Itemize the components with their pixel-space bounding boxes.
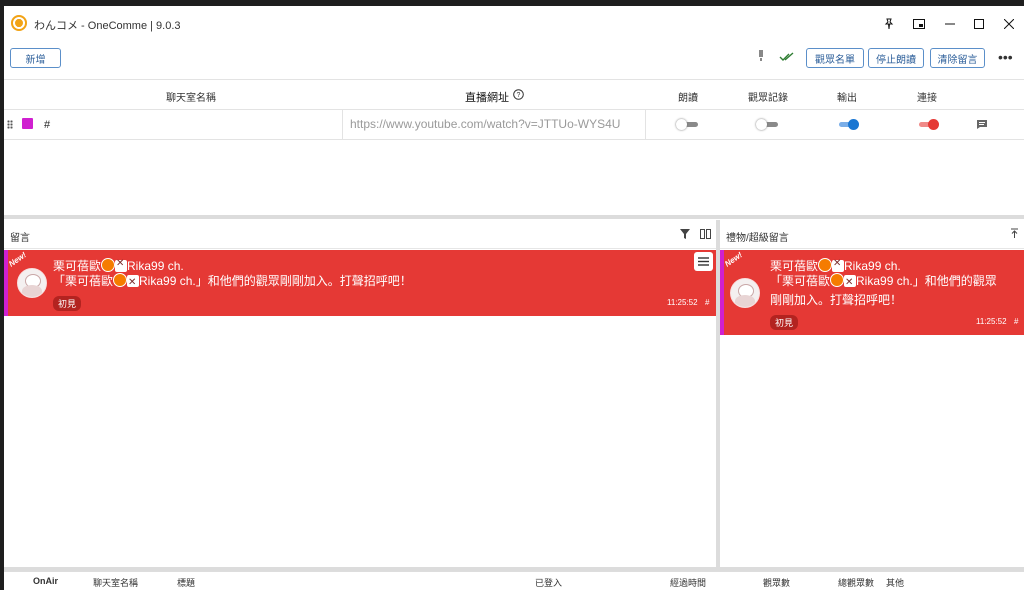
emoji-icon [113,273,128,287]
first-time-badge: 初見 [53,296,82,311]
comment-hash: # [705,298,710,307]
gift-text: 「栗可蓓歐 Rika99 ch.」和他們的觀眾 剛剛加入。打聲招呼吧！ [770,272,1020,310]
header-room-name: 聊天室名稱 [166,93,216,104]
toolbar: 新增 觀眾名單 停止朗讀 清除留言 ••• [4,40,1024,78]
svg-text:?: ? [517,92,521,99]
gift-text-prefix: 「栗可蓓歐 [770,274,831,288]
columns-icon[interactable] [700,229,711,242]
more-options-icon[interactable]: ••• [998,50,1013,64]
add-button[interactable]: 新增 [10,48,61,68]
emoji-icon [818,258,833,272]
header-url: 直播網址 [465,92,509,104]
footer-col-room-name: 聊天室名稱 [93,578,139,588]
comments-panel-title: 留言 [10,233,30,244]
header-read: 朗讀 [678,93,698,104]
first-time-badge: 初見 [770,315,799,330]
room-table-header: 聊天室名稱 直播網址 ? 朗讀 觀眾記錄 輸出 連接 [4,79,1024,110]
menu-icon[interactable] [694,252,713,271]
emoji-icon [115,258,128,272]
gift-hash: # [1014,317,1019,326]
footer-col-title: 標題 [177,578,196,588]
pin-icon[interactable] [879,15,899,33]
new-ribbon: New! [723,250,744,269]
minimize-icon[interactable] [940,15,960,33]
header-output: 輸出 [837,93,857,104]
avatar [17,268,47,298]
drag-handle-icon[interactable] [7,120,13,129]
status-footer: OnAir 聊天室名稱 標題 已登入 經過時間 觀眾數 總觀眾數 其他 [4,571,1024,590]
window-title: わんコメ - OneComme | 9.0.3 [34,20,181,32]
filter-icon[interactable] [680,229,690,242]
url-input[interactable]: https://www.youtube.com/watch?v=JTTUo-WY… [342,109,646,139]
author-name-suffix: Rika99 ch. [127,259,184,273]
gift-text-line2: 剛剛加入。打聲招呼吧！ [770,293,903,307]
help-icon[interactable]: ? [513,89,524,103]
room-name-field[interactable]: # [44,119,50,131]
gift-time: 11:25:52 [976,317,1007,326]
pin-to-top-icon[interactable] [1010,228,1019,242]
avatar [730,278,760,308]
url-input-value: https://www.youtube.com/watch?v=JTTUo-WY… [350,117,621,131]
table-row: # https://www.youtube.com/watch?v=JTTUo-… [4,109,1024,140]
clear-comments-button[interactable]: 清除留言 [930,48,985,68]
footer-col-other: 其他 [886,578,905,588]
comments-panel-header: 留言 [4,220,716,249]
comments-panel: 留言 New! 栗可蓓歐 Rika99 ch. 「栗可蓓歐 Rika99 ch.」和… [4,220,716,567]
gifts-panel-header: 禮物/超級留言 [720,220,1024,249]
footer-col-onair: OnAir [33,576,59,586]
author-name-prefix: 栗可蓓歐 [770,259,819,273]
comment-text: 「栗可蓓歐 Rika99 ch.」和他們的觀眾剛剛加入。打聲招呼吧！ [53,272,412,292]
footer-col-elapsed: 經過時間 [670,578,707,588]
double-check-icon[interactable] [779,52,795,65]
connect-toggle[interactable] [917,119,939,130]
emoji-icon [844,273,857,292]
footer-col-logged-in: 已登入 [535,578,563,588]
gifts-panel: 禮物/超級留言 New! 栗可蓓歐 Rika99 ch. 「栗可蓓歐 Rika99 … [720,220,1024,567]
comment-item[interactable]: New! 栗可蓓歐 Rika99 ch. 「栗可蓓歐 Rika99 ch.」和他們的… [4,250,716,316]
comment-time: 11:25:52 [667,298,698,307]
picture-in-picture-icon[interactable] [909,15,929,33]
comment-text-suffix: Rika99 ch.」和他們的觀眾剛剛加入。打聲招呼吧！ [139,274,412,288]
title-bar: わんコメ - OneComme | 9.0.3 [4,6,1024,40]
gift-item[interactable]: New! 栗可蓓歐 Rika99 ch. 「栗可蓓歐 Rika99 ch.」和他們的… [720,250,1024,335]
app-window: わんコメ - OneComme | 9.0.3 新增 觀眾名單 停止朗讀 清除留… [4,6,1024,590]
author-name-prefix: 栗可蓓歐 [53,259,102,273]
app-logo-icon [11,15,27,31]
horizontal-splitter[interactable] [4,215,1024,219]
room-color-swatch[interactable] [22,118,33,129]
chat-icon[interactable] [976,119,988,133]
connection-indicator-icon [757,50,765,67]
new-ribbon: New! [7,250,28,269]
gift-text-suffix: Rika99 ch.」和他們的觀眾 [856,274,997,288]
maximize-icon[interactable] [969,15,989,33]
close-icon[interactable] [999,15,1019,33]
author-name-suffix: Rika99 ch. [844,259,901,273]
emoji-icon [832,258,845,272]
footer-col-viewers: 觀眾數 [763,578,791,588]
emoji-icon [127,273,140,292]
header-connect: 連接 [917,93,937,104]
comment-text-prefix: 「栗可蓓歐 [53,274,114,288]
read-toggle[interactable] [676,119,698,130]
emoji-icon [101,258,116,272]
footer-col-total-viewers: 總觀眾數 [838,578,875,588]
gifts-panel-title: 禮物/超級留言 [726,233,789,244]
viewer-log-toggle[interactable] [756,119,778,130]
viewer-list-button[interactable]: 觀眾名單 [806,48,864,68]
stop-reading-button[interactable]: 停止朗讀 [868,48,924,68]
emoji-icon [830,273,845,287]
output-toggle[interactable] [837,119,859,130]
header-viewer-log: 觀眾記錄 [748,93,788,104]
